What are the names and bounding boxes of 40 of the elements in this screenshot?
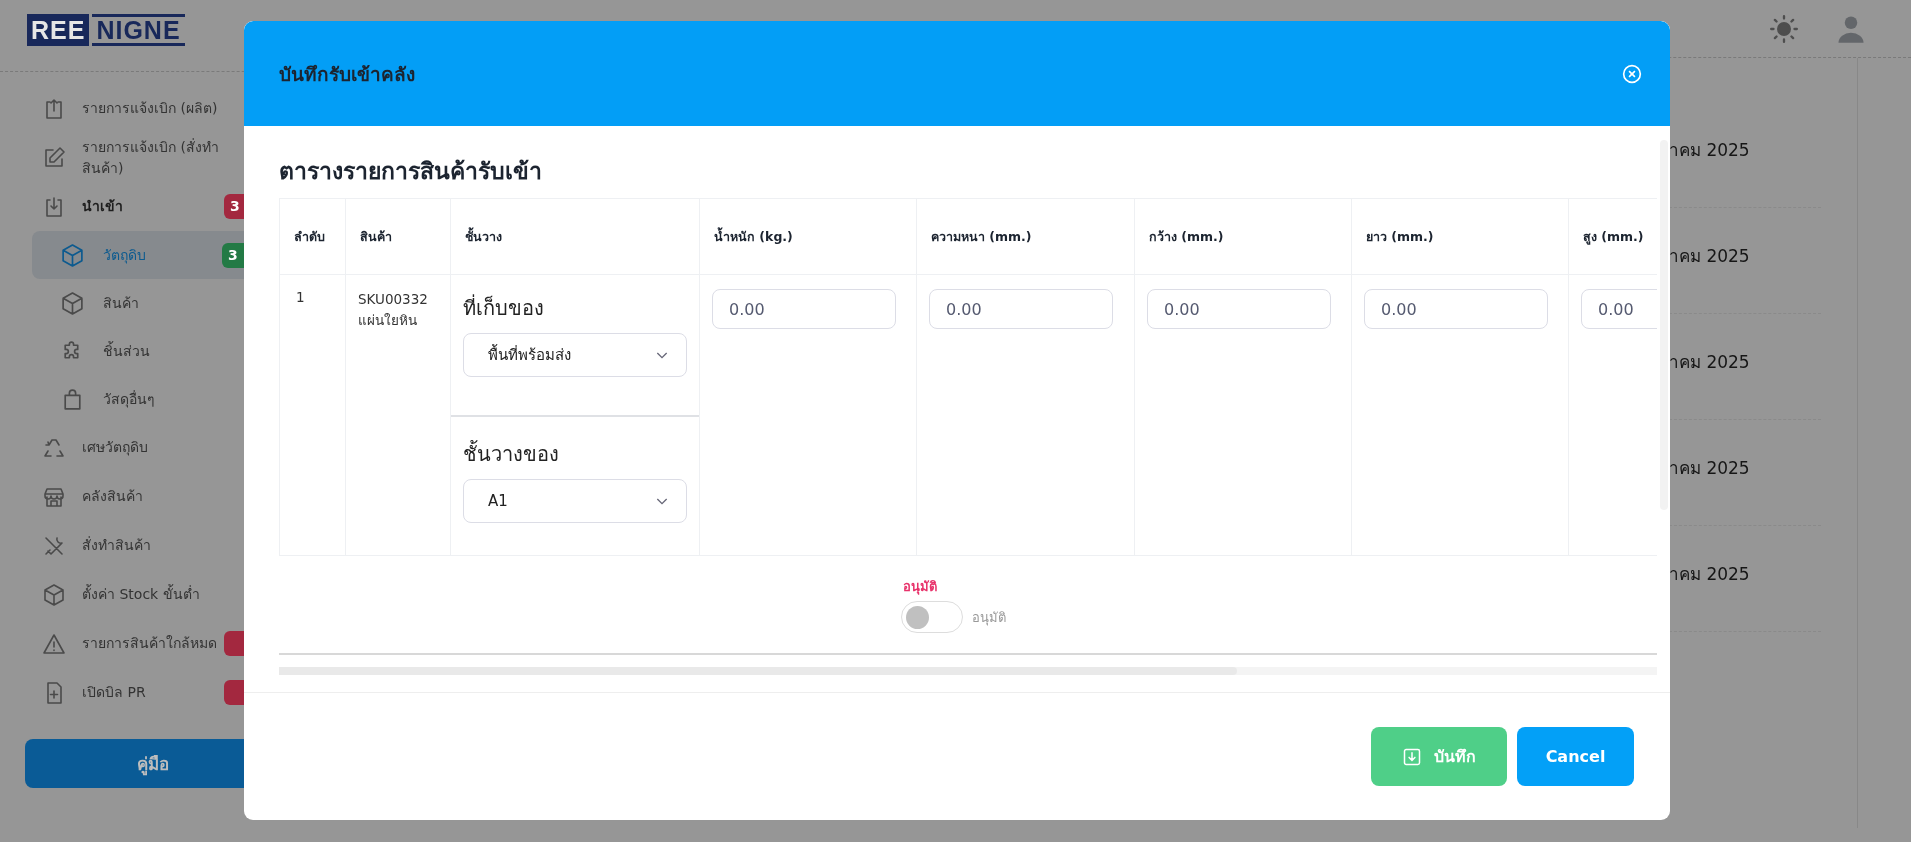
cube-icon	[60, 290, 85, 316]
dialog-title: บันทึกรับเข้าคลัง	[279, 61, 415, 87]
sun-icon[interactable]	[1770, 14, 1798, 43]
date-text: าคม 2025	[1669, 246, 1750, 266]
date-text: าคม 2025	[1669, 352, 1750, 372]
field-label: ที่เก็บของ	[463, 293, 545, 322]
field-label: อนุมัติ	[903, 578, 937, 597]
close-icon[interactable]	[1622, 63, 1642, 84]
date-text: าคม 2025	[1669, 564, 1750, 584]
select-field[interactable]: A1	[463, 479, 687, 523]
column-header: สินค้า	[345, 198, 451, 275]
download-icon	[1402, 746, 1422, 767]
sidebar-item[interactable]: ตั้งค่า Stock ขั้นต่ำ	[0, 570, 290, 619]
table-cell: 1	[279, 274, 346, 556]
column-header: น้ำหนัก (kg.)	[699, 198, 917, 275]
toggle-switch[interactable]	[900, 601, 963, 633]
warning-icon	[42, 631, 66, 656]
select-field[interactable]: พื้นที่พร้อมส่ง	[463, 333, 687, 377]
cube-icon	[60, 242, 85, 268]
toggle-label: อนุมัติ	[971, 608, 1006, 628]
column-header: กว้าง (mm.)	[1134, 198, 1352, 275]
logo-text: REE	[27, 14, 90, 46]
number-field[interactable]: 0.00	[1147, 289, 1331, 329]
sidebar-item[interactable]: รายการแจ้งเบิก (ผลิต)	[0, 84, 290, 133]
cancel-button[interactable]: Cancel	[1517, 727, 1634, 786]
field-label: ชั้นวางของ	[463, 439, 560, 468]
logo-text: NIGNE	[92, 14, 185, 46]
cube-icon	[42, 582, 66, 607]
number-field[interactable]: 0.00	[1364, 289, 1548, 329]
column-header: ความหนา (mm.)	[916, 198, 1135, 275]
number-field[interactable]: 0.00	[1581, 289, 1657, 329]
column-header: ลำดับ	[279, 198, 346, 275]
date-text: าคม 2025	[1669, 140, 1750, 160]
date-text: าคม 2025	[1669, 458, 1750, 478]
number-field[interactable]: 0.00	[929, 289, 1113, 329]
number-field[interactable]: 0.00	[712, 289, 896, 329]
table-cell: SKU00332 แผ่นใยหิน	[345, 274, 451, 556]
column-header: ยาว (mm.)	[1351, 198, 1569, 275]
column-header: ชั้นวาง	[450, 198, 700, 275]
section-title: ตารางรายการสินค้ารับเข้า	[279, 157, 543, 186]
